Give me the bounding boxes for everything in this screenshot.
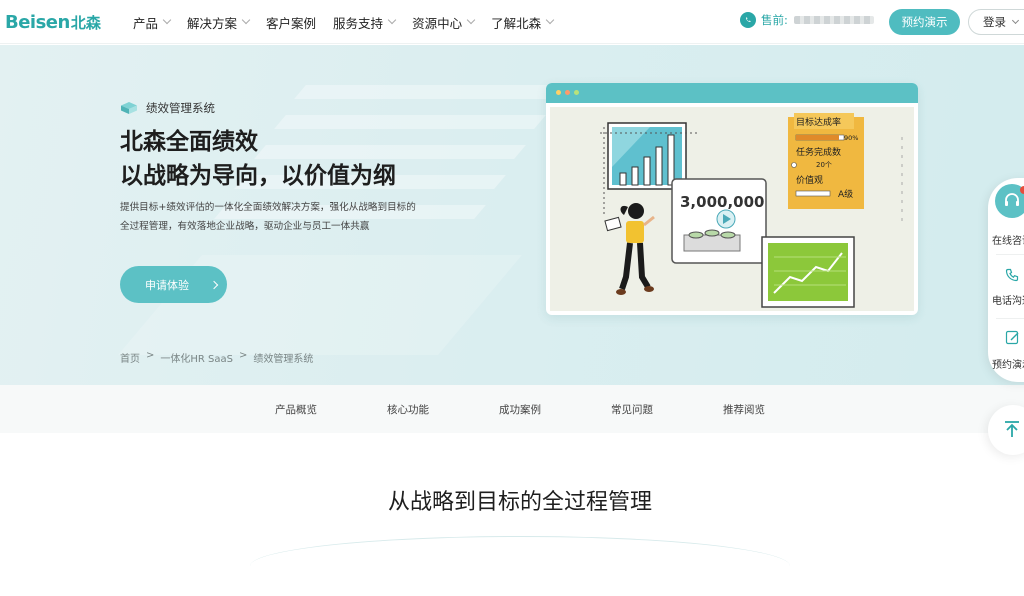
- divider: [996, 254, 1024, 255]
- sales-contact[interactable]: 售前:: [740, 12, 874, 28]
- decor-stair: [294, 85, 566, 99]
- apply-trial-label: 申请体验: [145, 278, 189, 292]
- phone-call-button[interactable]: 电话沟通: [988, 264, 1024, 310]
- hero-title-line1: 北森全面绩效: [120, 129, 258, 155]
- tab-overview[interactable]: 产品概览: [275, 402, 317, 417]
- nav-label: 解决方案: [187, 15, 238, 31]
- online-consult-label: 在线咨询: [992, 236, 1024, 247]
- notification-dot: [1020, 186, 1024, 194]
- phone-call-label: 电话沟通: [992, 296, 1024, 307]
- window-title-bar: [546, 83, 918, 103]
- arrow-up-icon: [1005, 421, 1019, 437]
- chevron-down-icon: [466, 15, 476, 25]
- illustration-canvas: 3,000,000 目标达成率 90% 任务完成数 20个 价值观 A级: [550, 107, 914, 311]
- book-demo-side-label: 预约演示: [992, 360, 1024, 371]
- nav-label: 客户案例: [266, 15, 317, 31]
- beisen-logo[interactable]: Beisen 北森: [5, 10, 101, 34]
- kpi-task-title: 任务完成数: [796, 146, 841, 158]
- product-cube-icon: [121, 102, 137, 114]
- logo-text-en: Beisen: [5, 11, 70, 33]
- breadcrumb-hr-saas[interactable]: 一体化HR SaaS: [160, 350, 233, 365]
- hero-banner: 绩效管理系统 北森全面绩效 以战略为导向，以价值为纲 提供目标+绩效评估的一体化…: [0, 45, 1024, 385]
- nav-item-cases[interactable]: 客户案例: [266, 13, 316, 32]
- phone-chat-icon: [740, 12, 756, 28]
- book-demo-side-button[interactable]: 预约演示: [988, 328, 1024, 374]
- floating-contact-bar: 在线咨询 电话沟通 预约演示: [988, 178, 1024, 382]
- tab-core-features[interactable]: 核心功能: [387, 402, 429, 417]
- phone-icon: [1005, 268, 1019, 282]
- chevron-down-icon: [387, 15, 397, 25]
- breadcrumb-home[interactable]: 首页: [120, 350, 140, 365]
- nav-label: 了解北森: [491, 15, 542, 31]
- kpi-goal-title: 目标达成率: [796, 116, 841, 128]
- kpi-task-count: 20个: [816, 161, 832, 169]
- breadcrumb-current: 绩效管理系统: [253, 354, 314, 365]
- edit-form-icon: [1005, 330, 1019, 345]
- logo-text-cn: 北森: [70, 13, 101, 32]
- book-demo-button[interactable]: 预约演示: [889, 9, 960, 35]
- illustration-drawing: 3,000,000 目标达成率 90% 任务完成数 20个 价值观 A级: [600, 113, 903, 308]
- kpi-goal-percent: 90%: [844, 134, 858, 142]
- blurred-phone-number: [793, 16, 874, 24]
- nav-item-products[interactable]: 产品: [133, 13, 172, 32]
- window-dot-icon: [556, 90, 561, 95]
- nav-label: 产品: [133, 15, 159, 31]
- window-dot-icon: [565, 90, 570, 95]
- section-title: 从战略到目标的全过程管理: [387, 490, 652, 515]
- breadcrumb-separator: >: [146, 350, 155, 361]
- main-nav: 产品 解决方案 客户案例 服务支持 资源中心 了解北森: [133, 0, 570, 44]
- divider: [996, 318, 1024, 319]
- hero-title-line2: 以战略为导向，以价值为纲: [120, 163, 396, 189]
- big-number-text: 3,000,000: [680, 193, 764, 211]
- back-to-top-button[interactable]: [988, 405, 1024, 455]
- apply-trial-button[interactable]: 申请体验: [120, 266, 227, 303]
- login-button[interactable]: 登录: [968, 9, 1024, 35]
- nav-item-solutions[interactable]: 解决方案: [187, 13, 251, 32]
- online-consult-button[interactable]: 在线咨询: [988, 184, 1024, 247]
- nav-label: 服务支持: [333, 15, 384, 31]
- product-badge-label: 绩效管理系统: [146, 101, 215, 115]
- nav-label: 资源中心: [412, 15, 463, 31]
- tab-recommended-reading[interactable]: 推荐阅览: [723, 402, 765, 417]
- login-label: 登录: [983, 15, 1006, 29]
- nav-item-resources[interactable]: 资源中心: [412, 13, 476, 32]
- breadcrumb-separator: >: [239, 350, 248, 361]
- hero-title: 北森全面绩效 以战略为导向，以价值为纲: [120, 125, 396, 193]
- hero-description: 提供目标+绩效评估的一体化全面绩效解决方案，强化从战略到目标的 全过程管理，有效…: [120, 198, 440, 236]
- tab-success-cases[interactable]: 成功案例: [499, 402, 541, 417]
- hero-desc-line1: 提供目标+绩效评估的一体化全面绩效解决方案，强化从战略到目标的: [120, 202, 416, 213]
- sales-label: 售前:: [761, 13, 788, 27]
- hero-illustration: 3,000,000 目标达成率 90% 任务完成数 20个 价值观 A级: [546, 83, 918, 315]
- kpi-values-grade: A级: [838, 188, 853, 200]
- chevron-right-icon: [209, 280, 219, 289]
- chevron-down-icon: [162, 15, 172, 25]
- top-nav-bar: Beisen 北森 产品 解决方案 客户案例 服务支持 资源中心 了解北森 售前…: [0, 0, 1024, 44]
- chevron-down-icon: [545, 15, 555, 25]
- kpi-values-title: 价值观: [796, 174, 823, 186]
- decor-arc: [250, 536, 790, 596]
- nav-item-support[interactable]: 服务支持: [333, 13, 397, 32]
- window-dot-icon: [574, 90, 579, 95]
- chevron-down-icon: [1011, 16, 1020, 25]
- breadcrumb: 首页 > 一体化HR SaaS > 绩效管理系统: [120, 350, 319, 365]
- tab-faq[interactable]: 常见问题: [611, 402, 653, 417]
- section-tabs: 产品概览 核心功能 成功案例 常见问题 推荐阅览: [0, 385, 1024, 433]
- product-badge: 绩效管理系统: [120, 100, 215, 116]
- nav-item-about[interactable]: 了解北森: [491, 13, 555, 32]
- chevron-down-icon: [241, 15, 251, 25]
- hero-desc-line2: 全过程管理，有效落地企业战略，驱动企业与员工一体共赢: [120, 221, 370, 232]
